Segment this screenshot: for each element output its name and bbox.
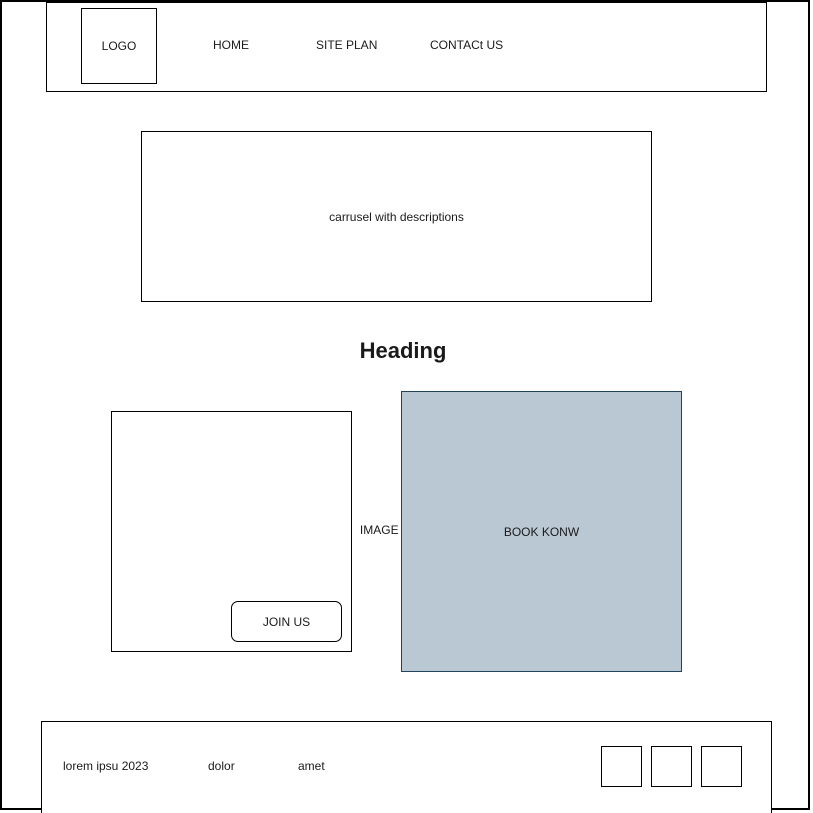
nav-contact-us[interactable]: CONTACt US	[430, 38, 503, 52]
footer-link-amet[interactable]: amet	[298, 759, 325, 773]
carousel-label: carrusel with descriptions	[329, 209, 464, 224]
footer-link-dolor[interactable]: dolor	[208, 759, 235, 773]
footer-copyright: lorem ipsu 2023	[63, 759, 149, 773]
social-icon-1[interactable]	[601, 746, 642, 787]
book-now-panel[interactable]: BOOK KONW	[401, 391, 682, 672]
carousel[interactable]: carrusel with descriptions	[141, 131, 652, 302]
social-icon-2[interactable]	[651, 746, 692, 787]
nav-home[interactable]: HOME	[213, 38, 249, 52]
join-us-button[interactable]: JOIN US	[231, 601, 342, 642]
social-icon-3[interactable]	[701, 746, 742, 787]
logo[interactable]: LOGO	[81, 8, 157, 84]
nav-site-plan[interactable]: SITE PLAN	[316, 38, 377, 52]
section-heading: Heading	[359, 338, 447, 363]
book-now-label: BOOK KONW	[503, 524, 580, 539]
